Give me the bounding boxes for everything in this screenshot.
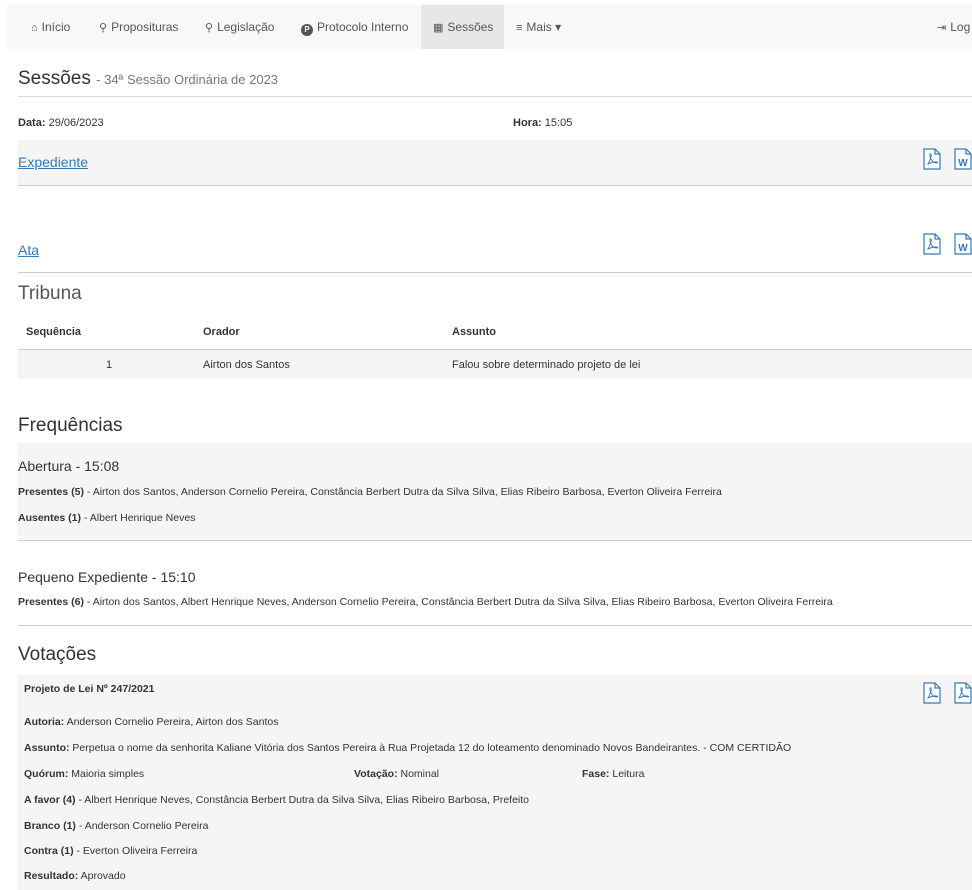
divider: [18, 625, 972, 626]
resultado-label: Resultado:: [24, 870, 79, 882]
tribuna-title: Tribuna: [18, 283, 82, 304]
page-title: Sessões - 34ª Sessão Ordinária de 2023: [18, 68, 278, 90]
resultado-value: Aprovado: [78, 870, 126, 882]
nav-inicio[interactable]: ⌂ Início: [31, 5, 70, 49]
autoria-label: Autoria:: [24, 716, 65, 728]
afavor-list: - Albert Henrique Neves, Constância Berb…: [75, 794, 530, 806]
home-icon: ⌂: [31, 22, 38, 34]
doc-row-expediente: [18, 140, 972, 185]
expediente-link[interactable]: Expediente: [18, 154, 88, 170]
contra-list: - Everton Oliveira Ferreira: [73, 845, 198, 857]
branco-list: - Anderson Cornelio Pereira: [75, 820, 209, 832]
cell-assunto: Falou sobre determinado projeto de lei: [452, 359, 641, 371]
word-icon[interactable]: W: [954, 233, 972, 255]
navbar: ⌂ Início ⚲ Proposituras ⚲ Legislação P Proto…: [7, 5, 972, 49]
time-label: Hora:: [513, 117, 542, 129]
ausentes-text: Ausentes (1) - Albert Henrique Neves: [18, 512, 195, 524]
contra-label: Contra (1): [24, 845, 74, 857]
word-icon[interactable]: W: [954, 148, 972, 170]
votacao-value: Nominal: [397, 768, 440, 780]
quorum-text: Quórum: Maioria simples: [24, 768, 144, 780]
nav-label: Sessões: [447, 20, 494, 34]
login-icon: ⇥: [937, 22, 947, 34]
nav-mais-dropdown[interactable]: ≡ Mais ▾: [516, 5, 561, 49]
nav-protocolo-interno[interactable]: P Protocolo Interno: [301, 5, 408, 49]
frequencia-heading: Pequeno Expediente - 15:10: [18, 569, 196, 585]
presentes-label: Presentes (5): [18, 486, 84, 498]
presentes-text: Presentes (5) - Airton dos Santos, Ander…: [18, 486, 722, 498]
session-time: Hora: 15:05: [513, 117, 572, 129]
divider: [18, 185, 972, 186]
cell-orador: Airton dos Santos: [203, 359, 290, 371]
date-label: Data:: [18, 117, 46, 129]
contra-text: Contra (1) - Everton Oliveira Ferreira: [24, 845, 197, 857]
time-value: 15:05: [544, 117, 573, 129]
quorum-label: Quórum:: [24, 768, 69, 780]
cell-sequencia: 1: [106, 359, 113, 371]
ausentes-list: - Albert Henrique Neves: [81, 512, 196, 524]
fase-text: Fase: Leitura: [582, 768, 644, 780]
nav-label: Início: [41, 20, 71, 34]
frequencia-heading: Abertura - 15:08: [18, 458, 120, 474]
date-value: 29/06/2023: [48, 117, 104, 129]
afavor-label: A favor (4): [24, 794, 76, 806]
autoria-value: Anderson Cornelio Pereira, Airton dos Sa…: [64, 716, 279, 728]
resultado-text: Resultado: Aprovado: [24, 870, 126, 882]
nav-label: Protocolo Interno: [317, 20, 409, 34]
autoria-text: Autoria: Anderson Cornelio Pereira, Airt…: [24, 716, 278, 728]
page-title-text: Sessões: [18, 68, 91, 89]
ausentes-label: Ausentes (1): [18, 512, 82, 524]
divider: [18, 272, 972, 273]
page-subtitle: - 34ª Sessão Ordinária de 2023: [96, 72, 279, 87]
search-icon: ⚲: [205, 22, 214, 34]
nav-sessoes[interactable]: ▦ Sessões: [421, 5, 504, 49]
divider: [18, 96, 972, 97]
nav-label: Mais ▾: [526, 20, 562, 34]
session-date: Data: 29/06/2023: [18, 117, 104, 129]
nav-label: Legislação: [217, 20, 275, 34]
pdf-icon[interactable]: [923, 682, 941, 704]
nav-label: Proposituras: [111, 20, 179, 34]
col-header-orador: Orador: [203, 326, 240, 338]
assunto-value: Perpetua o nome da senhorita Kaliane Vit…: [69, 742, 792, 754]
presentes-list: - Airton dos Santos, Albert Henrique Nev…: [83, 596, 833, 608]
branco-label: Branco (1): [24, 820, 76, 832]
pdf-icon[interactable]: [923, 233, 941, 255]
votacao-item-title: Projeto de Lei Nº 247/2021: [24, 683, 155, 695]
word-letter: W: [958, 158, 968, 169]
votacao-tipo-text: Votação: Nominal: [354, 768, 439, 780]
assunto-text: Assunto: Perpetua o nome da senhorita Ka…: [24, 742, 791, 754]
nav-login[interactable]: ⇥ Log: [937, 5, 970, 49]
presentes-text: Presentes (6) - Airton dos Santos, Alber…: [18, 596, 833, 608]
search-icon: ⚲: [99, 22, 108, 34]
presentes-list: - Airton dos Santos, Anderson Cornelio P…: [83, 486, 722, 498]
col-header-assunto: Assunto: [452, 326, 496, 338]
presentes-label: Presentes (6): [18, 596, 84, 608]
nav-legislacao[interactable]: ⚲ Legislação: [205, 5, 274, 49]
fase-label: Fase:: [582, 768, 610, 780]
nav-proposituras[interactable]: ⚲ Proposituras: [99, 5, 178, 49]
assunto-label: Assunto:: [24, 742, 70, 754]
col-header-sequencia: Sequência: [26, 326, 82, 338]
votacao-label: Votação:: [354, 768, 398, 780]
divider: [18, 540, 972, 541]
frequencias-title: Frequências: [18, 415, 123, 436]
menu-icon: ≡: [516, 22, 523, 34]
quorum-value: Maioria simples: [68, 768, 145, 780]
afavor-text: A favor (4) - Albert Henrique Neves, Con…: [24, 794, 529, 806]
fase-value: Leitura: [609, 768, 645, 780]
branco-text: Branco (1) - Anderson Cornelio Pereira: [24, 820, 208, 832]
pdf-icon[interactable]: [954, 682, 972, 704]
calendar-icon: ▦: [433, 22, 444, 34]
nav-label: Log: [950, 20, 971, 34]
pdf-icon[interactable]: [923, 148, 941, 170]
votacoes-title: Votações: [18, 644, 97, 665]
word-letter: W: [958, 243, 968, 254]
protocol-icon: P: [301, 24, 313, 36]
votacao-block: [18, 675, 972, 890]
ata-link[interactable]: Ata: [18, 242, 39, 258]
